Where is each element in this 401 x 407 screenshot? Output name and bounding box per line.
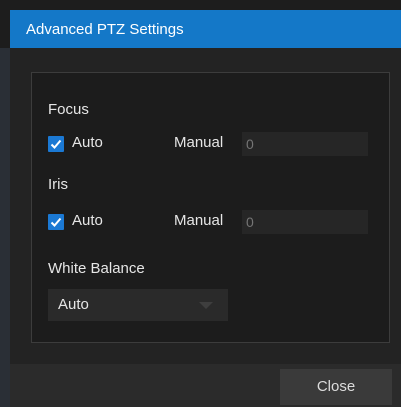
check-icon (50, 217, 62, 227)
chevron-down-icon (199, 302, 213, 309)
window-edge (0, 48, 10, 407)
settings-group: Focus Auto Manual Iris Auto Manual White… (31, 72, 390, 343)
check-icon (50, 139, 62, 149)
white-balance-section-label: White Balance (48, 260, 145, 277)
focus-section-label: Focus (48, 101, 89, 118)
close-button[interactable]: Close (280, 369, 392, 405)
iris-manual-input[interactable] (242, 210, 368, 234)
focus-manual-input[interactable] (242, 132, 368, 156)
title-bar[interactable]: Advanced PTZ Settings (10, 10, 401, 48)
dialog-window: Advanced PTZ Settings Focus Auto Manual … (0, 0, 401, 407)
window-title: Advanced PTZ Settings (26, 21, 184, 38)
white-balance-dropdown[interactable]: Auto (48, 289, 228, 321)
dialog-footer: Close (10, 364, 401, 407)
iris-auto-checkbox[interactable] (48, 214, 64, 230)
dialog-body: Focus Auto Manual Iris Auto Manual White… (10, 48, 401, 407)
focus-manual-label: Manual (174, 134, 224, 151)
iris-section-label: Iris (48, 176, 68, 193)
white-balance-selected: Auto (58, 296, 89, 313)
iris-manual-label: Manual (174, 212, 224, 229)
iris-auto-label: Auto (72, 212, 103, 229)
focus-auto-checkbox[interactable] (48, 136, 64, 152)
focus-auto-label: Auto (72, 134, 103, 151)
